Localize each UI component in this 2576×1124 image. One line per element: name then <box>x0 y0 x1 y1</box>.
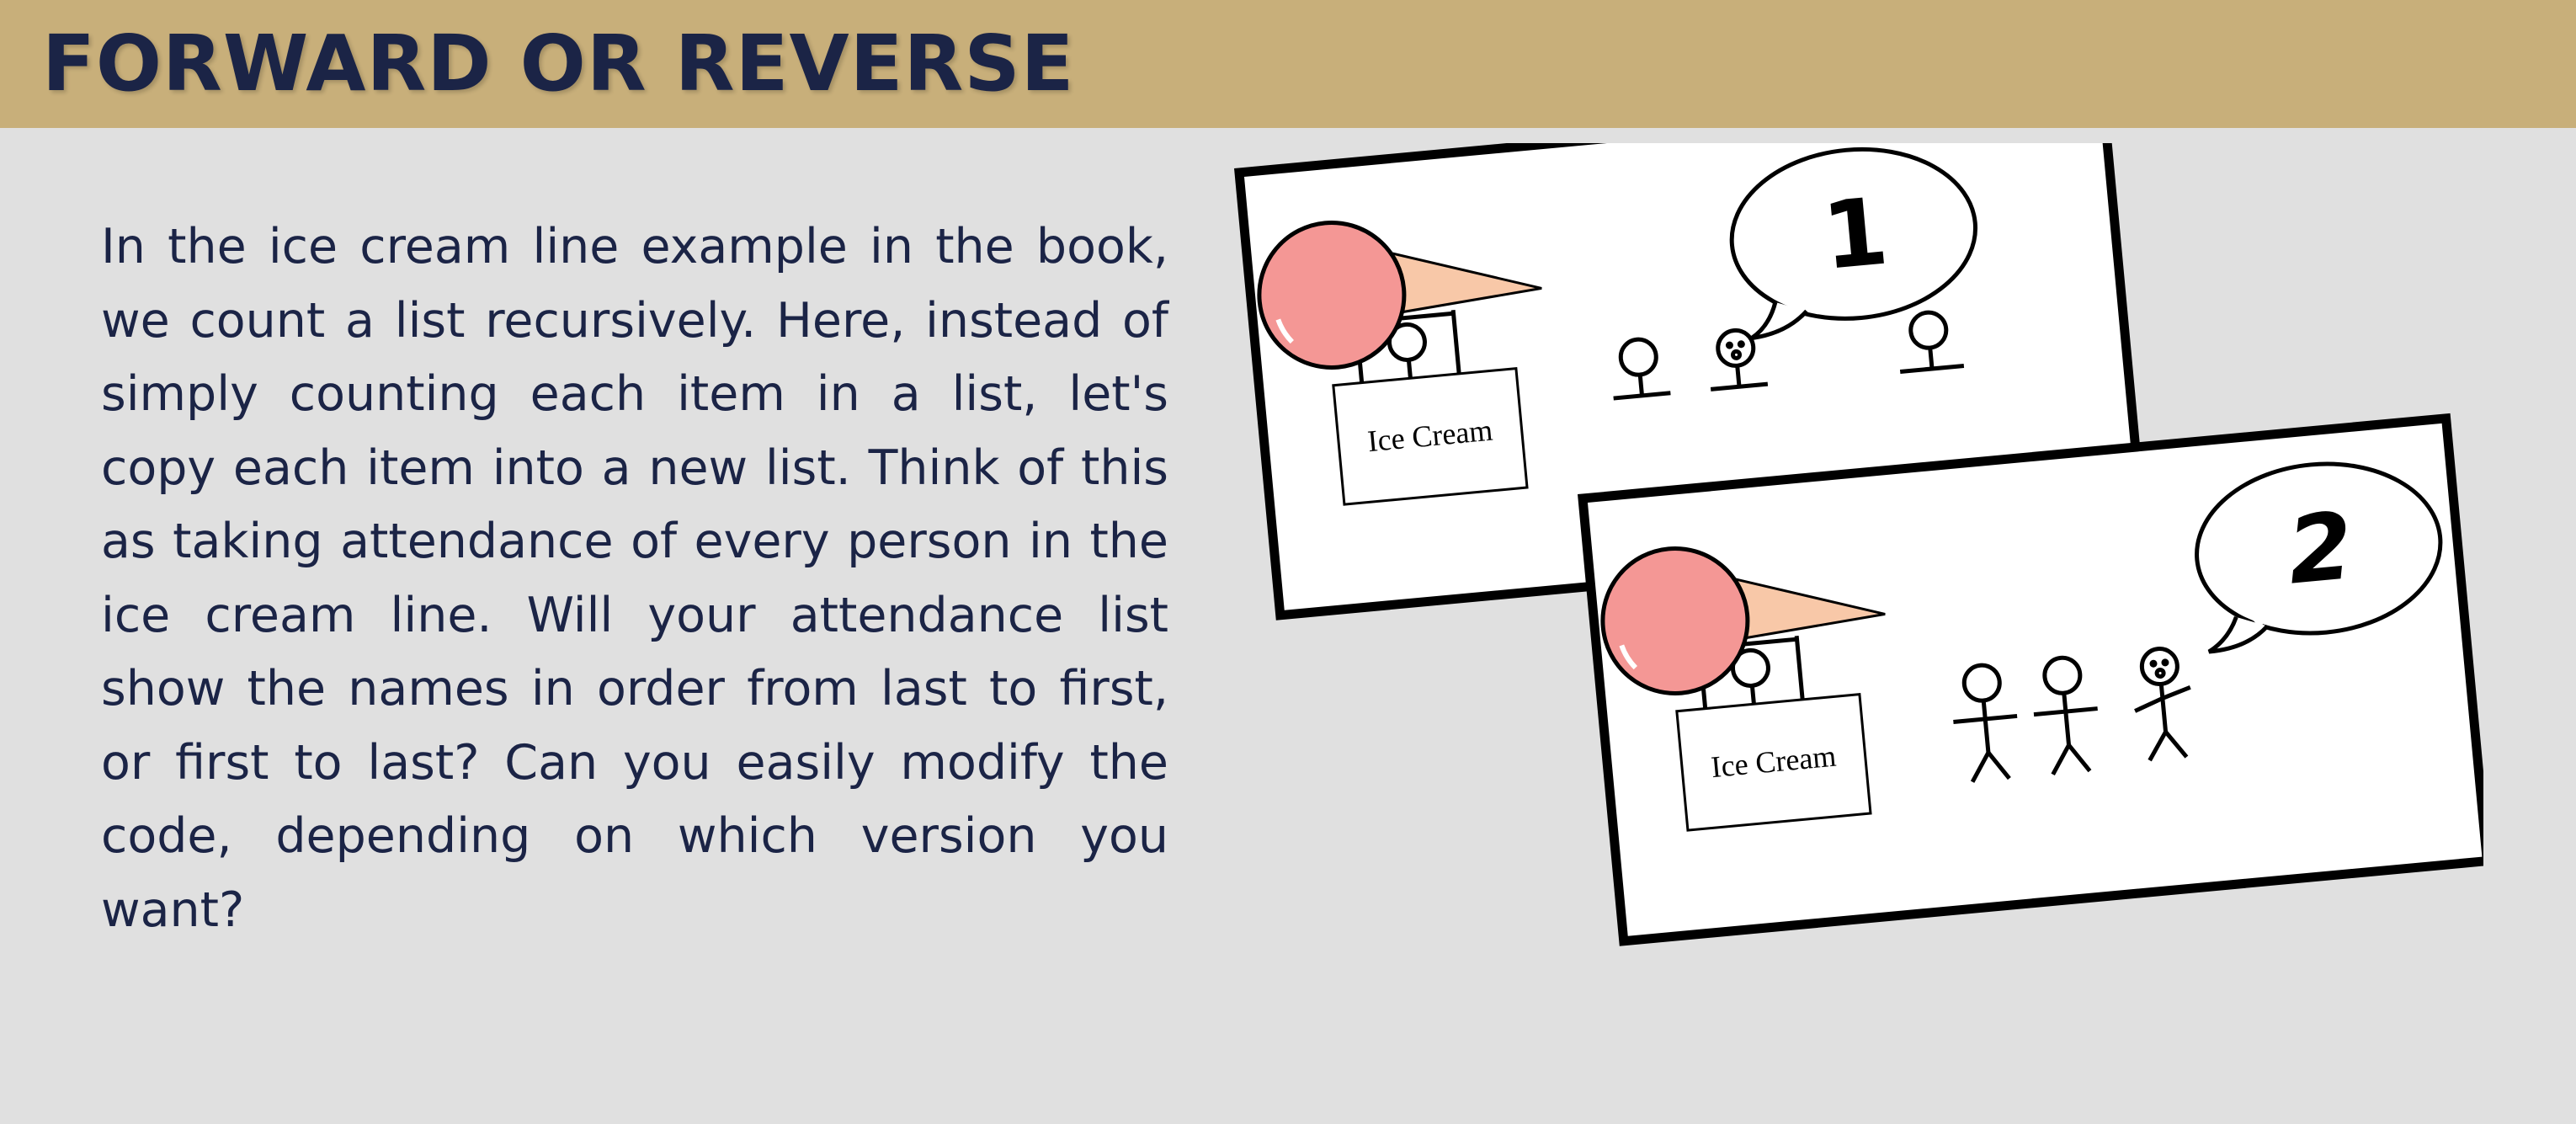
panel-count-2: Ice Cream 2 <box>1578 413 2483 946</box>
slide-body-text: In the ice cream line example in the boo… <box>101 219 1168 938</box>
bubble-count-text: 1 <box>1818 177 1892 290</box>
title-bar: FORWARD OR REVERSE <box>0 0 2576 128</box>
ice-cream-line-illustration: Ice Cream 1 Ice Cream 2 <box>1234 143 2483 946</box>
slide-title: FORWARD OR REVERSE <box>42 19 1075 109</box>
bubble-count-text: 2 <box>2283 492 2357 605</box>
